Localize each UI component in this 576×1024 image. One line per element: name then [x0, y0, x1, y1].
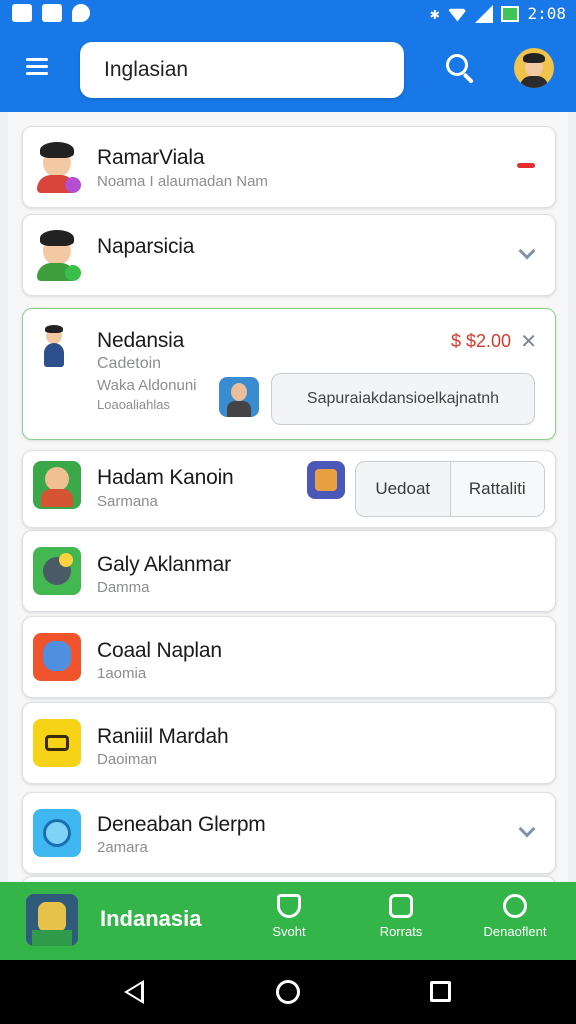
search-icon[interactable]	[444, 52, 478, 86]
list-item[interactable]: Hadam Kanoin Sarmana Uedoat Rattaliti	[22, 450, 556, 528]
search-input[interactable]: Inglasian	[80, 42, 404, 98]
recent-apps-icon[interactable]	[430, 981, 451, 1002]
chevron-down-icon[interactable]	[518, 242, 536, 260]
item-subtitle: Noama I alaumadan Nam	[97, 173, 268, 190]
item-subtitle: Damma	[97, 579, 150, 596]
tab-label: Rorrats	[379, 924, 423, 939]
game-thumbnail	[307, 461, 345, 499]
item-title: Naparsicia	[97, 235, 195, 258]
chevron-down-icon[interactable]	[518, 820, 536, 838]
item-title: Hadam Kanoin	[97, 466, 234, 489]
primary-action-button[interactable]: Rattaliti	[449, 462, 544, 516]
back-icon[interactable]	[124, 980, 144, 1004]
bottom-bar-title: Indanasia	[100, 906, 202, 931]
status-indicator	[517, 163, 535, 168]
item-subtitle: Cadetoin	[97, 355, 162, 372]
bottom-bar: Indanasia Svoht Rorrats Denaoflent	[0, 882, 576, 960]
list-item[interactable]: RamarViala Noama I alaumadan Nam	[22, 126, 556, 208]
calendar-notification-icon	[42, 4, 62, 22]
list-item[interactable]: Raniiil Mardah Daoiman	[22, 702, 556, 784]
item-subtitle: Daoiman	[97, 751, 158, 768]
avatar	[39, 323, 69, 371]
gallery-notification-icon	[12, 4, 32, 22]
item-detail-secondary: Loaoaliahlas	[97, 397, 171, 412]
item-subtitle: 1aomia	[97, 665, 147, 682]
tab-label: Denaoflent	[483, 924, 547, 939]
item-title: Galy Aklanmar	[97, 553, 231, 576]
bluetooth-icon: ✱	[429, 4, 440, 23]
avatar	[33, 139, 85, 195]
app-tile-icon	[33, 809, 81, 857]
list-item[interactable]: Naparsicia	[22, 214, 556, 296]
tab-rorrats[interactable]: Rorrats	[356, 894, 446, 939]
list-item[interactable]: Coaal Naplan 1aomia	[22, 616, 556, 698]
price-label: $ $2.00	[450, 331, 511, 351]
tab-label: Svoht	[272, 924, 306, 939]
item-title: Coaal Naplan	[97, 639, 222, 662]
app-bar: Inglasian	[0, 28, 576, 112]
system-nav-bar	[0, 960, 576, 1024]
battery-icon	[501, 5, 520, 22]
item-subtitle: 2amara	[97, 839, 148, 856]
contact-thumbnail	[219, 377, 259, 417]
item-title: Nedansia	[97, 329, 185, 352]
wifi-icon	[447, 8, 468, 22]
close-icon[interactable]: ✕	[520, 329, 537, 354]
status-bar: ✱ 2:08	[0, 0, 576, 28]
chat-notification-icon	[72, 4, 90, 22]
item-detail: Waka Aldonuni	[97, 377, 197, 394]
app-tile-icon	[33, 633, 81, 681]
shield-icon	[277, 894, 301, 918]
profile-avatar[interactable]	[514, 48, 554, 88]
compass-icon	[503, 894, 527, 918]
item-title: Raniiil Mardah	[97, 725, 229, 748]
signal-icon	[475, 4, 494, 23]
list-item[interactable]: Deneaban Glerpm 2amara	[22, 792, 556, 874]
conversation-list[interactable]: RamarViala Noama I alaumadan Nam Naparsi…	[8, 112, 568, 882]
tab-svoht[interactable]: Svoht	[244, 894, 334, 939]
people-icon	[389, 894, 413, 918]
item-title: RamarViala	[97, 146, 205, 169]
list-item-expanded[interactable]: Nedansia Cadetoin Waka Aldonuni Loaoalia…	[22, 308, 556, 440]
list-item[interactable]: Galy Aklanmar Damma	[22, 530, 556, 612]
avatar	[33, 227, 85, 283]
menu-icon[interactable]	[26, 58, 48, 76]
action-segment[interactable]: Uedoat Rattaliti	[355, 461, 545, 517]
item-subtitle: Sarmana	[97, 493, 158, 510]
avatar[interactable]	[26, 894, 78, 946]
home-icon[interactable]	[276, 980, 300, 1004]
app-tile-icon	[33, 461, 81, 509]
item-title: Deneaban Glerpm	[97, 813, 266, 836]
action-pill[interactable]: Sapuraiakdansioelkajnatnh	[271, 373, 535, 425]
tab-denaoflent[interactable]: Denaoflent	[470, 894, 560, 939]
status-time: 2:08	[527, 4, 566, 23]
app-tile-icon	[33, 719, 81, 767]
secondary-action-button[interactable]: Uedoat	[356, 462, 450, 516]
app-tile-icon	[33, 547, 81, 595]
